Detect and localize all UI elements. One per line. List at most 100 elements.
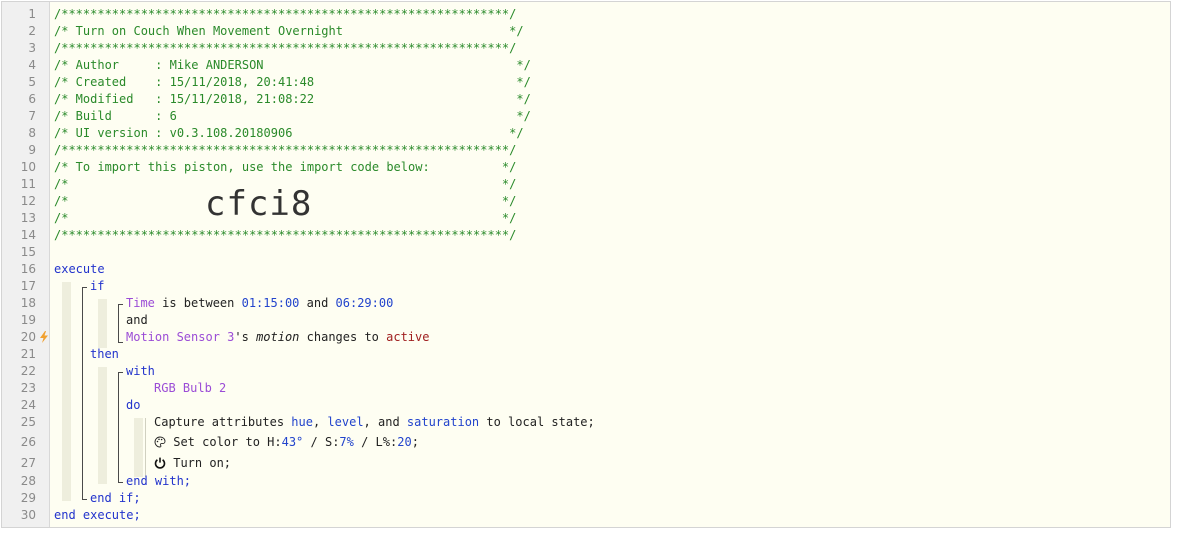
level-attribute[interactable]: level (327, 415, 363, 429)
with-keyword[interactable]: with (126, 363, 155, 380)
condition-guide-top (118, 304, 123, 305)
line-number: 6 (28, 92, 36, 106)
saturation-value[interactable]: 7% (339, 435, 353, 449)
line-number: 2 (28, 24, 36, 38)
code-editor[interactable]: 1 2 3 4 5 6 7 8 9 10 11 12 13 14 15 16 17 18 19 20 21 22 23 24 2… (1, 1, 1171, 528)
line-number: 30 (20, 508, 36, 522)
start-time-value[interactable]: 01:15:00 (242, 296, 300, 310)
rgb-device[interactable]: RGB Bulb 2 (154, 380, 226, 397)
saturation-attribute[interactable]: saturation (407, 415, 479, 429)
time-condition[interactable]: Time is between 01:15:00 and 06:29:00 (126, 295, 393, 312)
line-number: 4 (28, 58, 36, 72)
palette-icon (154, 436, 166, 448)
motion-device[interactable]: Motion Sensor 3 (126, 330, 234, 344)
end-execute-keyword[interactable]: end execute; (54, 507, 141, 524)
condition-band (98, 299, 107, 348)
comment-line: /***************************************… (54, 7, 517, 21)
line-number: 9 (28, 143, 36, 157)
line-number: 13 (20, 211, 36, 225)
do-guide (145, 418, 146, 477)
line-number: 16 (20, 262, 36, 276)
capture-text: Capture attributes (154, 415, 292, 429)
active-value[interactable]: active (386, 330, 429, 344)
then-band (98, 367, 107, 484)
line-number: 10 (20, 160, 36, 174)
power-icon (154, 457, 166, 469)
and-text: and (299, 296, 336, 310)
author-comment: /* Author : Mike ANDERSON */ (54, 58, 531, 72)
semicolon: ; (411, 435, 419, 449)
line-number: 11 (20, 177, 36, 191)
created-comment: /* Created : 15/11/2018, 20:41:48 */ (54, 75, 531, 89)
end-with-keyword[interactable]: end with; (126, 473, 191, 490)
line-number: 14 (20, 228, 36, 242)
separator: , (312, 415, 328, 429)
line-number: 22 (20, 364, 36, 378)
separator: / L%: (353, 435, 398, 449)
then-keyword[interactable]: then (90, 346, 119, 363)
separator: / S: (303, 435, 340, 449)
lightness-value[interactable]: 20 (397, 435, 411, 449)
motion-attribute[interactable]: motion (256, 330, 299, 344)
ui-version-comment: /* UI version : v0.3.108.20180906 */ (54, 126, 524, 140)
line-number: 18 (20, 296, 36, 310)
turn-on-text: Turn on; (173, 456, 232, 470)
if-guide-bottom (82, 499, 87, 500)
with-guide (118, 372, 119, 483)
line-number: 19 (20, 313, 36, 327)
line-number: 15 (20, 245, 36, 259)
hue-attribute[interactable]: hue (291, 415, 313, 429)
line-number: 27 (20, 456, 36, 470)
line-number: 7 (28, 109, 36, 123)
motion-condition[interactable]: Motion Sensor 3's motion changes to acti… (126, 329, 429, 346)
set-color-text: Set color to H: (173, 435, 282, 449)
do-keyword[interactable]: do (126, 397, 140, 414)
condition-guide-bottom (118, 342, 123, 343)
line-number: 25 (20, 415, 36, 429)
operator-text: is between (154, 296, 242, 310)
turn-on-statement[interactable]: Turn on; (154, 455, 231, 472)
separator: , and (363, 415, 407, 429)
changes-to-text: changes to (299, 330, 387, 344)
build-comment: /* Build : 6 */ (54, 109, 531, 123)
import-code: cfci8 (205, 184, 313, 224)
do-band (134, 418, 143, 477)
if-guide (82, 287, 83, 500)
capture-suffix: to local state; (479, 415, 595, 429)
and-operator[interactable]: and (126, 312, 148, 329)
if-guide-top (82, 287, 87, 288)
line-number: 21 (20, 347, 36, 361)
line-number: 5 (28, 75, 36, 89)
line-number: 29 (20, 491, 36, 505)
execute-keyword[interactable]: execute (54, 261, 105, 278)
capture-statement[interactable]: Capture attributes hue, level, and satur… (154, 414, 595, 431)
line-number: 24 (20, 398, 36, 412)
line-number-gutter: 1 2 3 4 5 6 7 8 9 10 11 12 13 14 15 16 17 18 19 20 21 22 23 24 2… (2, 2, 50, 527)
condition-guide (118, 304, 119, 343)
comment-line: /***************************************… (54, 228, 517, 242)
hue-value[interactable]: 43° (282, 435, 304, 449)
line-number: 23 (20, 381, 36, 395)
import-note-comment: /* To import this piston, use the import… (54, 160, 517, 174)
with-guide-bottom (118, 482, 123, 483)
line-number: 12 (20, 194, 36, 208)
line-number: 20 (20, 330, 36, 344)
set-color-statement[interactable]: Set color to H:43° / S:7% / L%:20; (154, 434, 419, 451)
end-time-value[interactable]: 06:29:00 (336, 296, 394, 310)
line-number: 3 (28, 41, 36, 55)
line-number: 28 (20, 474, 36, 488)
line-number: 1 (28, 7, 36, 21)
if-block-band (62, 282, 71, 501)
if-keyword[interactable]: if (90, 278, 104, 295)
time-operand[interactable]: Time (126, 296, 155, 310)
piston-title-comment: /* Turn on Couch When Movement Overnight… (54, 24, 524, 38)
possessive-text: 's (234, 330, 257, 344)
comment-line: /***************************************… (54, 41, 517, 55)
end-if-keyword[interactable]: end if; (90, 490, 141, 507)
modified-comment: /* Modified : 15/11/2018, 21:08:22 */ (54, 92, 531, 106)
with-guide-top (118, 372, 123, 373)
line-number: 8 (28, 126, 36, 140)
lightning-bolt-icon (39, 331, 49, 343)
line-number: 26 (20, 435, 36, 449)
comment-line: /***************************************… (54, 143, 517, 157)
